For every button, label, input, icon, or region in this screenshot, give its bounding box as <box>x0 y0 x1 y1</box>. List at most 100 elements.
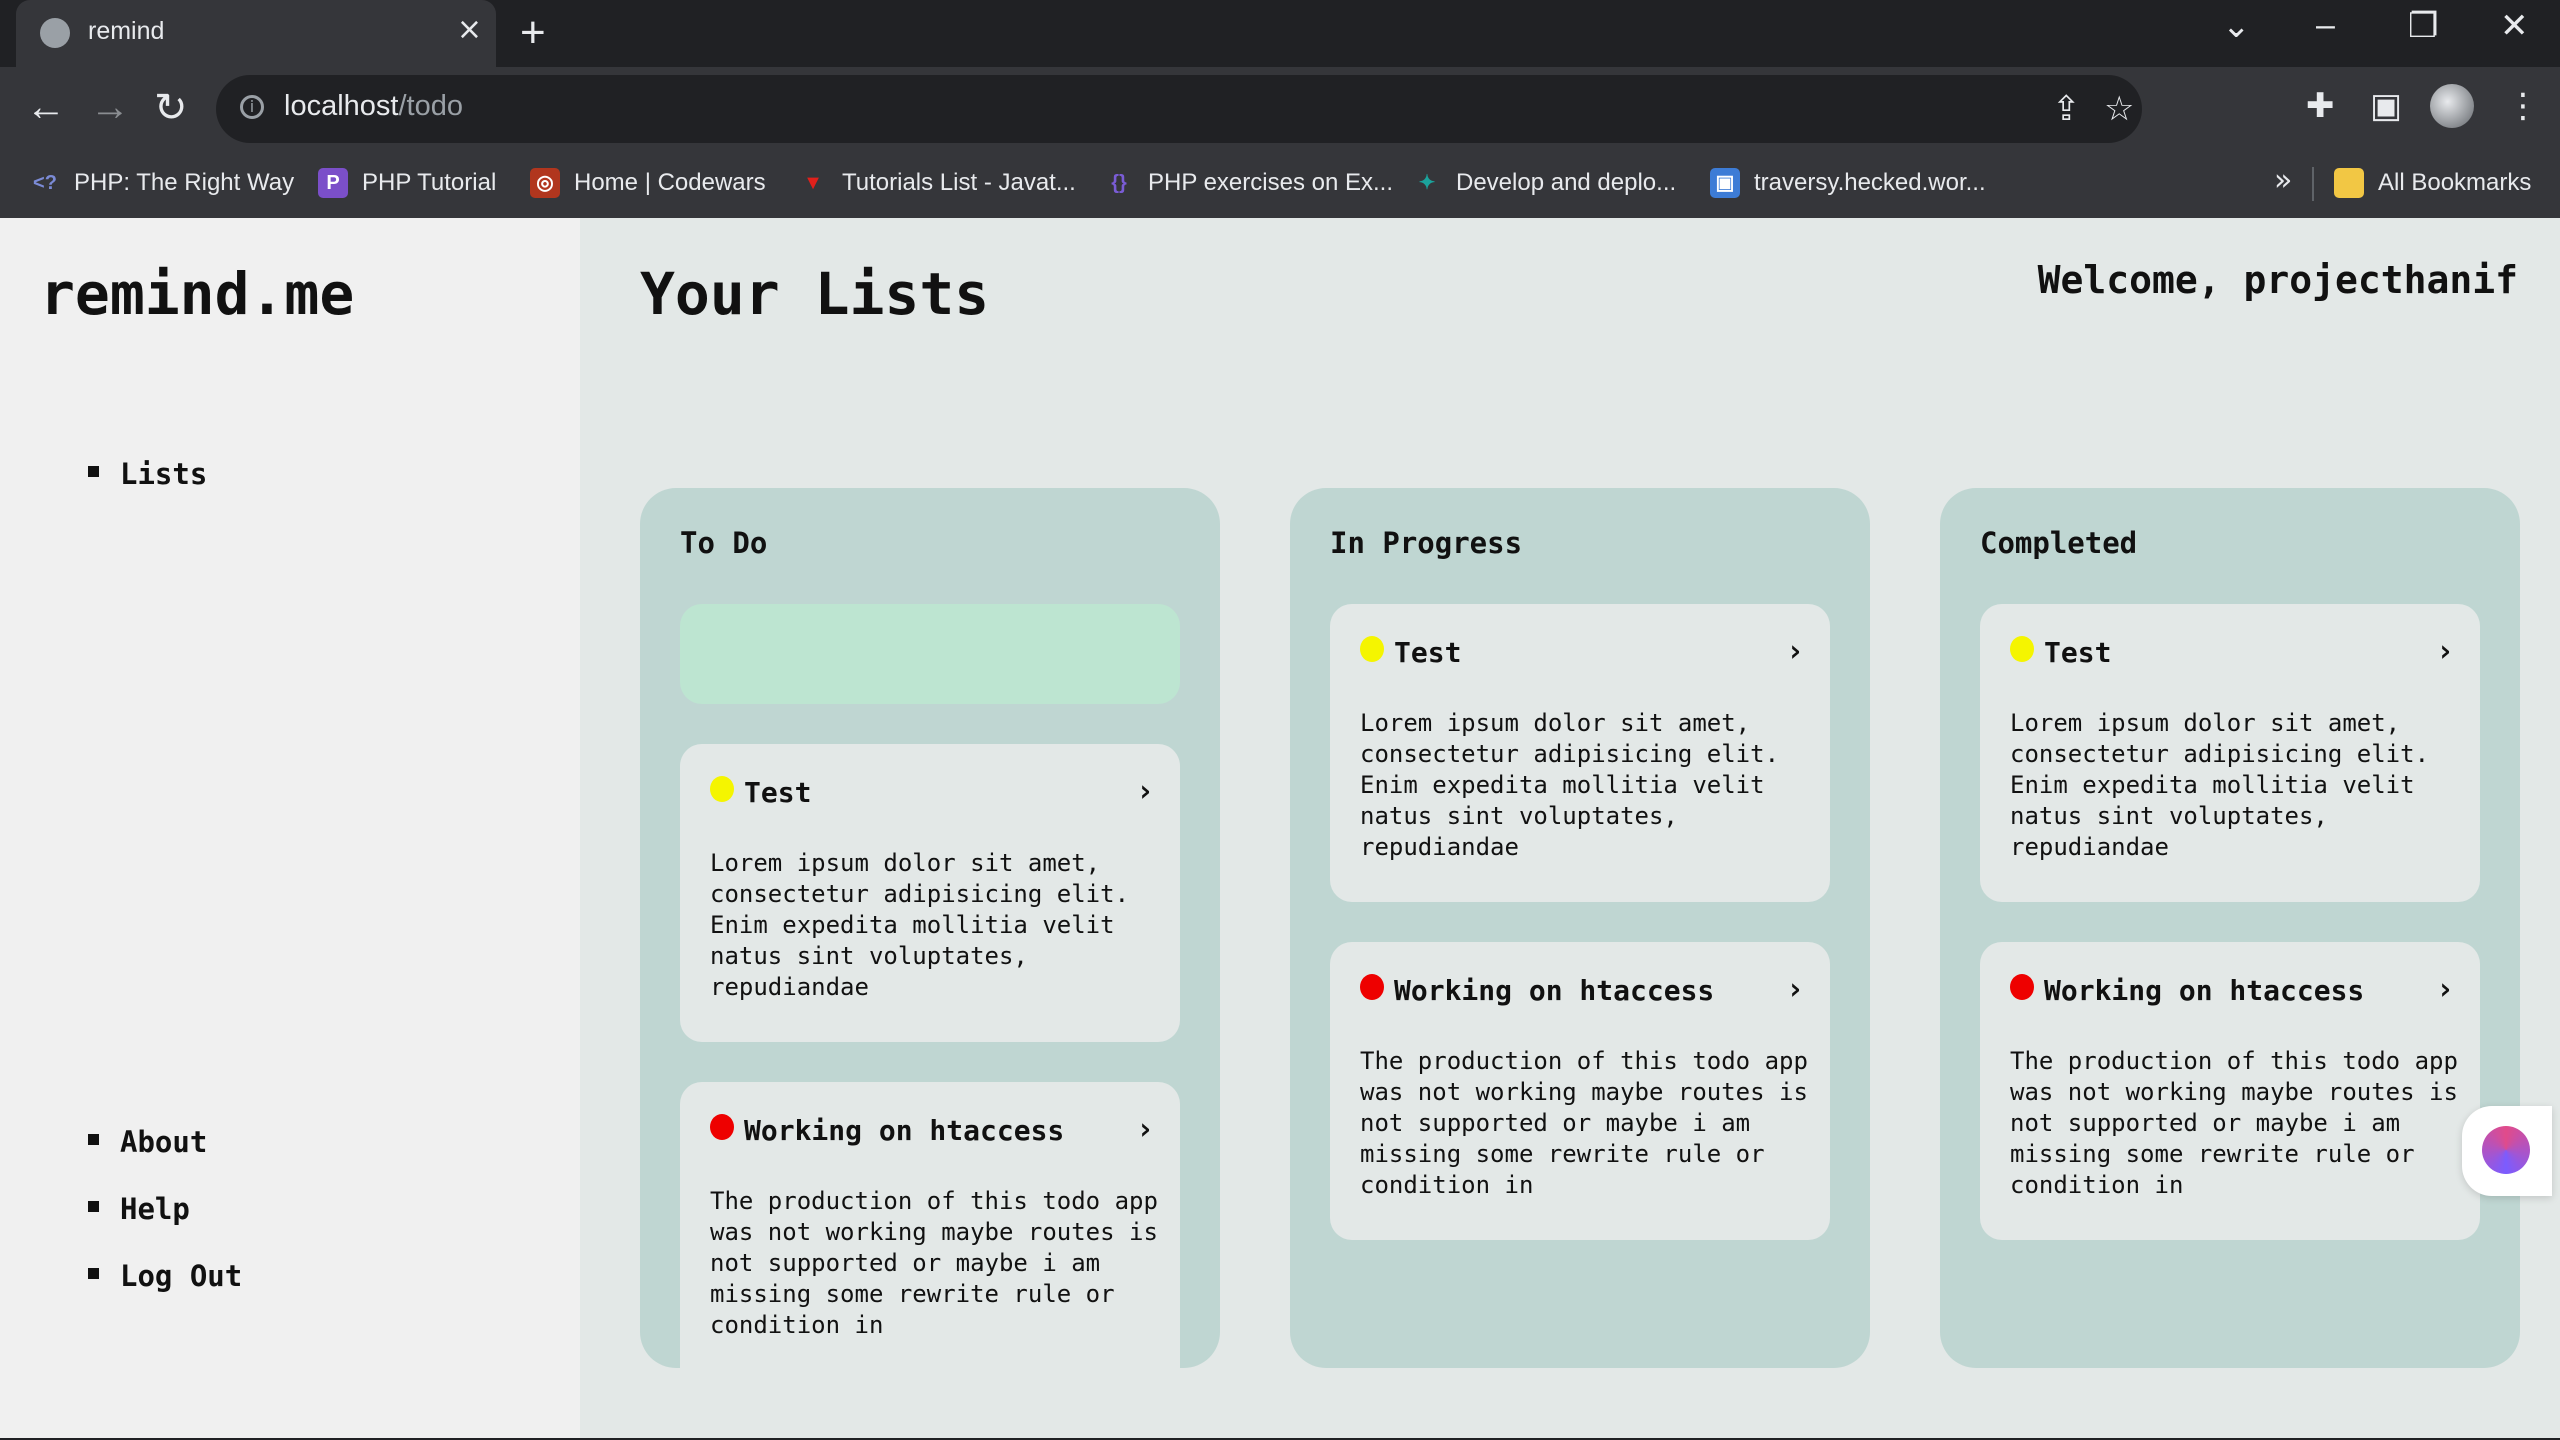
column-todo: To Do Test › Lorem ipsum dolor sit amet,… <box>640 488 1220 1368</box>
browser-tab[interactable]: remind × <box>16 0 496 67</box>
profile-avatar[interactable] <box>2430 84 2474 128</box>
all-bookmarks-folder[interactable]: All Bookmarks <box>2334 163 2531 203</box>
ai-assistant-button[interactable] <box>2462 1106 2552 1196</box>
reload-icon[interactable]: ↻ <box>154 85 188 131</box>
bookmark-label: Home | Codewars <box>574 169 766 196</box>
site-info-icon[interactable]: i <box>240 95 264 119</box>
column-title: Completed <box>1980 526 2138 560</box>
sidebar-item-about[interactable]: About <box>88 1124 242 1191</box>
exercism-icon: {} <box>1111 172 1127 194</box>
task-card[interactable]: Test › Lorem ipsum dolor sit amet, conse… <box>1980 604 2480 902</box>
chevron-right-icon[interactable]: › <box>2436 972 2454 1007</box>
welcome-message: Welcome, projecthanif <box>2037 258 2518 302</box>
sidebar-nav-bottom: About Help Log Out <box>88 1124 242 1325</box>
bookmark-codewars[interactable]: ◎ Home | Codewars <box>530 163 766 203</box>
close-tab-icon[interactable]: × <box>457 12 482 47</box>
close-window-icon[interactable]: ✕ <box>2500 6 2529 46</box>
bookmark-label: PHP: The Right Way <box>74 169 295 196</box>
priority-dot <box>1360 974 1384 1000</box>
task-card[interactable]: Working on htaccess › The production of … <box>1330 942 1830 1240</box>
back-arrow-icon[interactable]: ← <box>26 85 66 130</box>
bookmark-label: Develop and deplo... <box>1456 169 1677 196</box>
bookmark-star-icon[interactable]: ☆ <box>2104 89 2134 129</box>
chevron-right-icon[interactable]: › <box>1786 972 1804 1007</box>
bookmark-label: traversy.hecked.wor... <box>1754 169 1986 196</box>
chevron-right-icon[interactable]: › <box>1136 774 1154 809</box>
folder-icon <box>2334 168 2364 198</box>
sidebar: remind.me Lists About Help Log Out <box>0 218 580 1438</box>
bookmark-develop-deploy[interactable]: ✦ Develop and deplo... <box>1412 163 1677 203</box>
globe-icon <box>40 18 70 48</box>
extensions-puzzle-icon[interactable]: ✚ <box>2306 86 2335 126</box>
priority-dot <box>1360 636 1384 662</box>
column-completed: Completed Test › Lorem ipsum dolor sit a… <box>1940 488 2520 1368</box>
sidebar-nav-top: Lists <box>88 456 207 523</box>
browser-toolbar: ← → ↻ i localhost/todo ⇪ ☆ <box>0 67 2560 151</box>
task-title: Working on htaccess <box>744 1114 1065 1147</box>
new-tab-button[interactable]: + <box>520 8 546 58</box>
php-tutorial-icon: P <box>318 168 348 198</box>
page-title: Your Lists <box>640 260 990 328</box>
bookmark-php-tutorial[interactable]: P PHP Tutorial <box>318 163 496 203</box>
task-card[interactable]: Working on htaccess › The production of … <box>1980 942 2480 1240</box>
bookmark-php-right-way[interactable]: <? PHP: The Right Way <box>30 163 294 203</box>
chevron-right-icon[interactable]: › <box>1786 634 1804 669</box>
side-panel-icon[interactable]: ▣ <box>2370 86 2402 126</box>
javatpoint-icon: ▼ <box>803 172 823 194</box>
task-title: Test <box>1394 636 1462 669</box>
task-description: The production of this todo app was not … <box>1360 1047 1808 1199</box>
chevron-right-icon[interactable]: › <box>2436 634 2454 669</box>
traversy-icon: ▣ <box>1710 168 1740 198</box>
bookmark-label: Tutorials List - Javat... <box>842 169 1076 196</box>
bookmark-label: PHP exercises on Ex... <box>1148 169 1393 196</box>
address-bar[interactable]: i localhost/todo ⇪ ☆ <box>216 75 2142 143</box>
chevron-right-icon[interactable]: › <box>1136 1112 1154 1147</box>
task-card[interactable]: Working on htaccess › The production of … <box>680 1082 1180 1368</box>
bookmark-label: PHP Tutorial <box>362 169 497 196</box>
sidebar-item-label: Help <box>120 1192 190 1226</box>
app-page: remind.me Lists About Help Log Out Your … <box>0 218 2560 1438</box>
minimize-icon[interactable]: – <box>2316 6 2335 45</box>
sidebar-item-lists[interactable]: Lists <box>88 456 207 523</box>
task-description: Lorem ipsum dolor sit amet, consectetur … <box>1360 709 1780 861</box>
bullet-icon <box>88 466 99 477</box>
menu-kebab-icon[interactable]: ⋮ <box>2506 86 2540 126</box>
task-title: Working on htaccess <box>1394 974 1715 1007</box>
task-card[interactable]: Test › Lorem ipsum dolor sit amet, conse… <box>1330 604 1830 902</box>
sidebar-item-logout[interactable]: Log Out <box>88 1258 242 1325</box>
develop-deploy-icon: ✦ <box>1418 172 1436 194</box>
column-title: In Progress <box>1330 526 1523 560</box>
task-description: Lorem ipsum dolor sit amet, consectetur … <box>710 849 1130 1001</box>
bookmark-javatpoint[interactable]: ▼ Tutorials List - Javat... <box>798 163 1076 203</box>
share-icon[interactable]: ⇪ <box>2052 89 2081 129</box>
sidebar-item-label: Lists <box>120 457 208 491</box>
task-description: Lorem ipsum dolor sit amet, consectetur … <box>2010 709 2430 861</box>
task-title: Working on htaccess <box>2044 974 2365 1007</box>
bookmark-traversy[interactable]: ▣ traversy.hecked.wor... <box>1710 163 1986 203</box>
bullet-icon <box>88 1268 99 1279</box>
url-text[interactable]: localhost/todo <box>284 90 463 123</box>
column-title: To Do <box>680 526 768 560</box>
tab-search-chevron-icon[interactable]: ⌄ <box>2222 6 2251 46</box>
more-bookmarks-chevron-icon[interactable]: » <box>2274 163 2292 198</box>
priority-dot <box>710 776 734 802</box>
add-task-slot[interactable] <box>680 604 1180 704</box>
restore-icon[interactable]: ❐ <box>2408 6 2438 46</box>
column-in-progress: In Progress Test › Lorem ipsum dolor sit… <box>1290 488 1870 1368</box>
priority-dot <box>2010 636 2034 662</box>
forward-arrow-icon[interactable]: → <box>90 85 130 130</box>
brain-icon <box>2482 1126 2530 1174</box>
task-description: The production of this todo app was not … <box>710 1187 1158 1339</box>
bookmark-php-exercises[interactable]: {} PHP exercises on Ex... <box>1104 163 1393 203</box>
browser-chrome: remind × + ⌄ – ❐ ✕ ← → ↻ i localhost/tod… <box>0 0 2560 219</box>
task-title: Test <box>744 776 812 809</box>
priority-dot <box>710 1114 734 1140</box>
task-title: Test <box>2044 636 2112 669</box>
tab-title: remind <box>88 17 165 45</box>
bullet-icon <box>88 1201 99 1212</box>
brand-logo[interactable]: remind.me <box>40 260 354 328</box>
tab-strip: remind × + ⌄ – ❐ ✕ <box>0 0 2560 67</box>
task-description: The production of this todo app was not … <box>2010 1047 2458 1199</box>
sidebar-item-help[interactable]: Help <box>88 1191 242 1258</box>
task-card[interactable]: Test › Lorem ipsum dolor sit amet, conse… <box>680 744 1180 1042</box>
